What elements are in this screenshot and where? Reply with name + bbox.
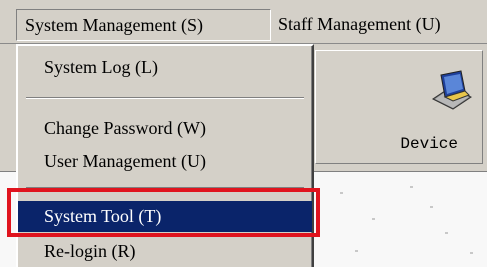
- laptop-icon: [432, 70, 472, 110]
- menu-item-re-login[interactable]: Re-login (R): [18, 236, 312, 266]
- system-management-dropdown: System Log (L) Change Password (W) User …: [16, 44, 314, 267]
- menu-separator: [26, 187, 304, 189]
- menu-separator: [26, 97, 304, 99]
- menu-item-system-tool[interactable]: System Tool (T): [18, 201, 312, 232]
- menu-item-change-password[interactable]: Change Password (W): [18, 113, 312, 143]
- device-label: Device: [400, 135, 458, 153]
- menu-item-system-log[interactable]: System Log (L): [18, 52, 312, 82]
- device-toolbar-button[interactable]: Device: [315, 50, 483, 164]
- menu-item-user-management[interactable]: User Management (U): [18, 146, 312, 176]
- menu-staff-management[interactable]: Staff Management (U): [270, 9, 449, 41]
- menu-bar: System Management (S) Staff Management (…: [0, 0, 487, 44]
- menu-system-management[interactable]: System Management (S): [16, 9, 271, 41]
